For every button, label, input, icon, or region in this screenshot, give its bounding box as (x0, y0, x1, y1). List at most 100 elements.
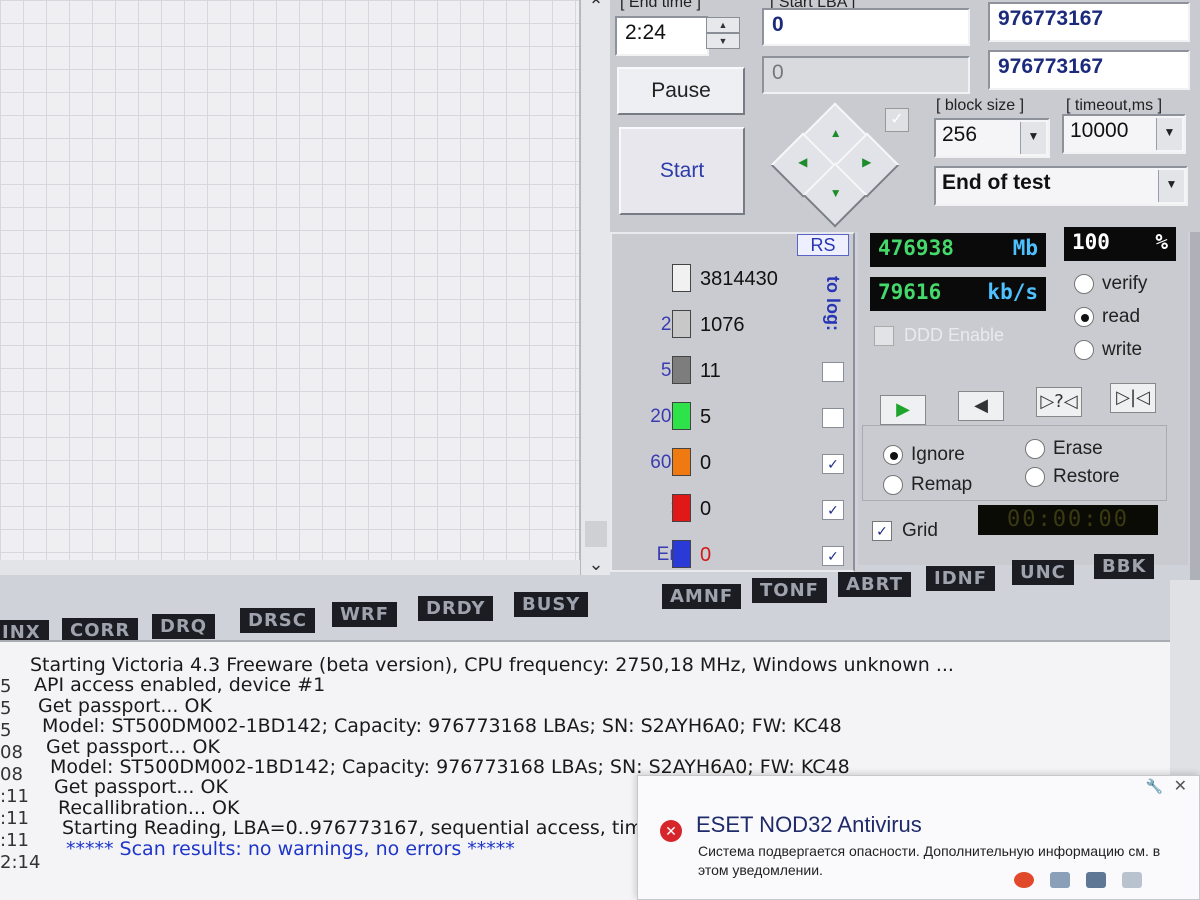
chevron-down-icon[interactable]: ▼ (1020, 122, 1046, 154)
end-time-stepper[interactable]: ▲ ▼ (706, 17, 740, 49)
tray-icon[interactable] (1050, 872, 1070, 888)
repair-mode-group: Ignore Erase Remap Restore (862, 425, 1167, 501)
status-flag-bbk: BBK (1094, 554, 1155, 579)
play-forward-button[interactable]: ▶ (880, 395, 926, 425)
erase-label: Erase (1053, 438, 1103, 459)
block-size-value: 256 (942, 123, 978, 146)
arrow-up-icon: ▲ (829, 125, 842, 140)
end-action-select[interactable]: End of test ▼ (934, 166, 1188, 206)
legend-color-swatch (672, 310, 691, 338)
speed-unit: kb/s (987, 280, 1038, 304)
to-log-checkbox[interactable]: ✓ (822, 500, 844, 520)
remap-radio[interactable]: Remap (883, 474, 972, 496)
erase-radio[interactable]: Erase (1025, 438, 1103, 460)
write-radio[interactable]: write (1074, 339, 1142, 361)
access-time-legend: RS to log: 53814430201076501120056000✓>0… (610, 232, 855, 572)
restore-radio[interactable]: Restore (1025, 466, 1120, 488)
stepper-down-icon[interactable]: ▼ (706, 33, 740, 49)
grid-scrollbar[interactable]: ⌃ ⌄ (580, 0, 610, 575)
close-icon[interactable]: ✕ (1174, 776, 1187, 796)
timeout-value: 10000 (1070, 119, 1129, 142)
ignore-label: Ignore (911, 444, 965, 465)
status-flags-bar: INX CORR DRQ DRSC WRF DRDY BUSY AMNF TONF ABRT ID… (0, 550, 1180, 645)
verify-label: verify (1102, 273, 1148, 294)
scroll-thumb[interactable] (585, 521, 607, 547)
radio-icon (1025, 439, 1045, 459)
to-log-checkbox[interactable] (822, 362, 844, 382)
start-lba-field[interactable]: 0 (762, 8, 970, 46)
block-size-select[interactable]: 256 ▼ (934, 118, 1050, 158)
pause-button[interactable]: Pause (617, 67, 745, 115)
scan-grid (0, 0, 580, 560)
legend-row: 201076 (612, 306, 842, 340)
arrow-right-icon: ▶ (862, 154, 872, 169)
to-log-checkbox[interactable] (822, 408, 844, 428)
speed-display: 79616 kb/s (870, 277, 1046, 311)
scroll-up-icon[interactable]: ⌃ (581, 0, 611, 17)
read-label: read (1102, 306, 1141, 327)
legend-row: 5011 (612, 352, 844, 386)
read-radio[interactable]: read (1074, 306, 1140, 328)
end-time-label: [ End time ] (620, 0, 701, 11)
test-control-panel: [ End time ] [ Start LBA ] 2:24 ▲ ▼ 0 97… (610, 0, 1200, 232)
grid-checkbox[interactable]: ✓ Grid (872, 520, 938, 542)
legend-row: >0✓ (612, 490, 844, 524)
butterfly-icon: ▷|◁ (1116, 387, 1150, 408)
write-label: write (1102, 339, 1143, 360)
reverse-icon: ◀ (974, 395, 988, 416)
progress-percent-display: 100 % (1064, 227, 1176, 261)
timeout-label: [ timeout,ms ] (1066, 97, 1163, 114)
chevron-down-icon[interactable]: ▼ (1156, 118, 1182, 150)
butterfly-button[interactable]: ▷|◁ (1110, 383, 1156, 413)
elapsed-timer: 00:00:00 (978, 505, 1158, 535)
remap-label: Remap (911, 474, 973, 495)
play-backward-button[interactable]: ◀ (958, 391, 1004, 421)
radio-selected-icon (883, 445, 903, 465)
seek-navigation-pad: ▲ ◀ ▶ ▼ (770, 102, 900, 228)
ddd-enable-checkbox: DDD Enable (874, 325, 1004, 346)
checkmark-icon: ✓ (872, 521, 892, 541)
arrow-down-icon: ▼ (829, 185, 842, 200)
status-flag-busy: BUSY (514, 592, 589, 617)
speed-value: 79616 (878, 280, 942, 304)
progress-percent-unit: % (1155, 230, 1168, 254)
tray-icon[interactable] (1014, 872, 1034, 888)
log-timestamp: :11 (0, 808, 29, 829)
tray-icon[interactable] (1122, 872, 1142, 888)
ignore-radio[interactable]: Ignore (883, 444, 965, 466)
status-flag-tonf: TONF (752, 578, 827, 603)
log-line: Recallibration... OK (58, 797, 240, 819)
processed-mb-display: 476938 Mb (870, 233, 1046, 267)
chevron-down-icon[interactable]: ▼ (1158, 170, 1184, 202)
timeout-select[interactable]: 10000 ▼ (1062, 114, 1186, 154)
status-flag-drq: DRQ (152, 614, 216, 639)
log-line: Model: ST500DM002-1BD142; Capacity: 9767… (42, 715, 842, 737)
end-lba-field[interactable]: 976773167 (988, 2, 1190, 42)
legend-row: 200 5 (612, 398, 844, 432)
rs-button[interactable]: RS (797, 234, 849, 256)
error-icon: ✕ (660, 820, 682, 842)
verify-radio[interactable]: verify (1074, 273, 1147, 295)
log-timestamp: 5 (0, 676, 12, 697)
legend-count: 5 (700, 406, 712, 428)
log-timestamp: 08 (0, 764, 23, 785)
to-log-checkbox[interactable]: ✓ (822, 454, 844, 474)
random-seek-button[interactable]: ▷?◁ (1036, 387, 1082, 417)
status-flag-unc: UNC (1012, 560, 1074, 585)
ddd-enable-label: DDD Enable (904, 325, 1005, 345)
stepper-up-icon[interactable]: ▲ (706, 17, 740, 33)
end-time-field[interactable]: 2:24 (615, 16, 709, 56)
play-icon: ▶ (896, 399, 910, 420)
log-timestamp: 2:14 (0, 852, 41, 873)
tray-icon[interactable] (1086, 872, 1106, 888)
legend-color-swatch (672, 494, 691, 522)
start-button[interactable]: Start (619, 127, 745, 215)
random-icon: ▷?◁ (1040, 391, 1078, 412)
log-line: Get passport... OK (54, 776, 228, 798)
scan-stats-panel: 476938 Mb 100 % 79616 kb/s DDD Enable ve… (858, 225, 1188, 565)
status-flag-idnf: IDNF (926, 566, 995, 591)
legend-count: 1076 (700, 314, 745, 336)
max-lba-field[interactable]: 976773167 (988, 50, 1190, 90)
pin-icon[interactable]: 🔧 (1146, 778, 1163, 795)
current-lba-field: 0 (762, 56, 970, 94)
